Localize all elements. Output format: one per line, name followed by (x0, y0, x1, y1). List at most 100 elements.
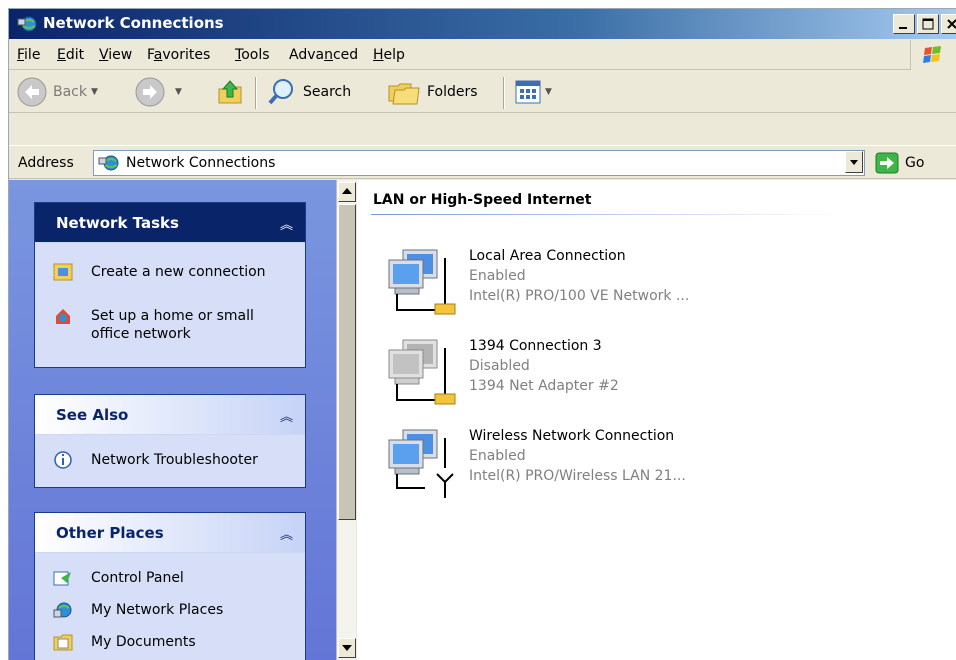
go-arrow-icon (875, 152, 899, 174)
back-dropdown-icon[interactable]: ▼ (91, 87, 98, 97)
views-dropdown-icon[interactable]: ▼ (545, 87, 552, 97)
collapse-chevron-icon[interactable]: ︽ (280, 214, 293, 233)
windows-logo-icon (910, 40, 956, 70)
up-folder-button[interactable] (215, 77, 245, 107)
folders-button[interactable]: Folders (387, 77, 478, 107)
lan-connection-icon (388, 249, 456, 315)
connection-name: Wireless Network Connection (469, 428, 675, 444)
connection-item[interactable]: Wireless Network Connection Enabled Inte… (387, 428, 947, 508)
network-tasks-body: Create a new connection Set up a home or… (35, 243, 305, 367)
menu-bar: File Edit View Favorites Tools Advanced … (9, 40, 956, 70)
address-dropdown-button[interactable] (845, 151, 863, 173)
task-panel: Network Tasks ︽ Create a new connection (9, 180, 336, 660)
group-title: LAN or High-Speed Internet (373, 192, 592, 208)
connection-device: 1394 Net Adapter #2 (469, 378, 619, 394)
other-places-title: Other Places (56, 524, 164, 542)
documents-icon (53, 634, 73, 651)
menu-file[interactable]: File (17, 47, 40, 63)
my-documents-link[interactable]: My Documents (53, 633, 196, 651)
scroll-down-button[interactable] (338, 638, 356, 658)
see-also-title: See Also (56, 406, 129, 424)
scroll-up-button[interactable] (338, 182, 356, 202)
search-icon (268, 79, 293, 105)
network-tasks-header[interactable]: Network Tasks ︽ (35, 203, 305, 243)
forward-dropdown-icon[interactable]: ▼ (175, 87, 182, 97)
home-network-link[interactable]: Set up a home or small office network (53, 307, 291, 343)
close-button[interactable] (941, 14, 956, 34)
group-divider (371, 214, 841, 215)
maximize-icon (922, 18, 934, 30)
network-troubleshooter-label: Network Troubleshooter (91, 452, 258, 468)
see-also-box: See Also ︽ Network Troubleshooter (34, 394, 306, 488)
search-button[interactable]: Search (267, 77, 351, 107)
my-network-places-link[interactable]: My Network Places (53, 601, 223, 619)
go-label: Go (905, 155, 925, 171)
title-bar[interactable]: Network Connections (9, 9, 956, 39)
control-panel-link[interactable]: Control Panel (53, 569, 184, 587)
scrollbar-thumb[interactable] (338, 204, 356, 520)
connection-item[interactable]: Local Area Connection Enabled Intel(R) P… (387, 248, 947, 328)
control-panel-label: Control Panel (91, 570, 184, 586)
explorer-window: Network Connections File Edit View Favor… (8, 8, 956, 660)
up-folder-icon (218, 80, 242, 104)
menu-help[interactable]: Help (373, 47, 405, 63)
folders-label: Folders (427, 84, 478, 100)
other-places-box: Other Places ︽ Control Panel My Network … (34, 512, 306, 660)
other-places-body: Control Panel My Network Places My Docum… (35, 553, 305, 660)
address-input[interactable]: Network Connections (93, 150, 865, 176)
network-connections-icon (98, 154, 120, 176)
network-troubleshooter-link[interactable]: Network Troubleshooter (53, 451, 258, 469)
search-label: Search (303, 84, 352, 100)
menu-edit[interactable]: Edit (57, 47, 84, 63)
menu-favorites[interactable]: Favorites (147, 47, 210, 63)
minimize-button[interactable] (893, 14, 915, 34)
address-value: Network Connections (126, 155, 276, 171)
other-places-header[interactable]: Other Places ︽ (35, 513, 305, 553)
my-documents-label: My Documents (91, 634, 196, 650)
chevron-down-icon (850, 160, 858, 165)
forward-arrow-icon (135, 77, 165, 107)
network-places-icon (53, 602, 72, 618)
connection-device: Intel(R) PRO/100 VE Network ... (469, 288, 690, 304)
task-panel-scrollbar[interactable] (336, 180, 356, 660)
chevron-up-icon (342, 188, 352, 194)
connection-status: Enabled (469, 448, 526, 464)
create-connection-link[interactable]: Create a new connection (53, 263, 271, 281)
menu-view[interactable]: View (99, 47, 132, 63)
back-arrow-icon (17, 77, 47, 107)
control-panel-icon (53, 571, 71, 586)
see-also-body: Network Troubleshooter (35, 435, 305, 487)
connection-status: Disabled (469, 358, 530, 374)
go-button[interactable]: Go (875, 152, 924, 174)
network-tasks-box: Network Tasks ︽ Create a new connection (34, 202, 306, 368)
connection-name: Local Area Connection (469, 248, 626, 264)
new-connection-icon (53, 263, 73, 281)
views-button[interactable]: ▼ (515, 80, 552, 104)
menu-tools[interactable]: Tools (235, 47, 270, 63)
connection-status: Enabled (469, 268, 526, 284)
toolbar: Back ▼ ▼ Search Folders ▼ (9, 71, 956, 113)
minimize-icon (899, 27, 907, 29)
connections-list: LAN or High-Speed Internet Local Area Co… (357, 180, 956, 660)
wireless-connection-icon (388, 429, 454, 498)
toolbar-separator (255, 77, 257, 109)
folders-icon (388, 83, 420, 105)
window-title: Network Connections (43, 14, 224, 32)
see-also-header[interactable]: See Also ︽ (35, 395, 305, 435)
my-network-places-label: My Network Places (91, 602, 224, 618)
menu-advanced[interactable]: Advanced (289, 47, 358, 63)
back-label: Back (53, 84, 87, 100)
create-connection-label: Create a new connection (91, 264, 266, 280)
close-icon (947, 19, 956, 29)
network-connections-icon (17, 15, 37, 33)
back-button[interactable]: Back ▼ (15, 75, 98, 109)
home-network-label: Set up a home or small office network (91, 308, 254, 342)
info-icon (54, 451, 72, 469)
forward-button[interactable]: ▼ (133, 75, 182, 109)
collapse-chevron-icon[interactable]: ︽ (280, 524, 293, 543)
chevron-down-icon (342, 645, 352, 651)
collapse-chevron-icon[interactable]: ︽ (280, 406, 293, 425)
lan-connection-disabled-icon (388, 339, 456, 405)
maximize-button[interactable] (917, 14, 939, 34)
connection-item[interactable]: 1394 Connection 3 Disabled 1394 Net Adap… (387, 338, 947, 418)
